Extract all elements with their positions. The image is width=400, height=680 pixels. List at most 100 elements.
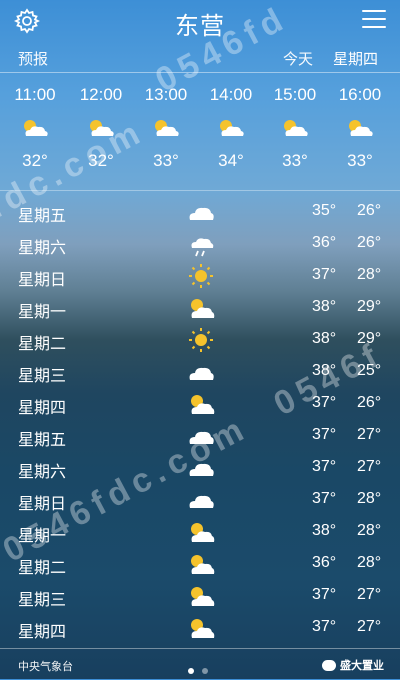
daily-row: 星期四 37° 26° — [0, 388, 400, 420]
day-name: 星期四 — [18, 400, 67, 417]
day-high: 38° — [312, 522, 337, 539]
page-indicator[interactable] — [188, 661, 216, 679]
daily-row: 星期一 38° 29° — [0, 292, 400, 324]
hourly-item: 13:00 33° — [133, 82, 199, 174]
day-low: 25° — [357, 362, 382, 379]
sun-icon — [189, 264, 213, 288]
day-high: 37° — [312, 394, 337, 411]
partly-sunny-icon — [191, 619, 215, 638]
day-high: 35° — [312, 202, 337, 219]
day-low: 29° — [357, 330, 382, 347]
hour-temp: 32° — [22, 151, 48, 170]
wechat-icon — [322, 659, 336, 671]
day-name: 星期六 — [18, 240, 67, 257]
header-bar: 东营 — [0, 0, 400, 44]
daily-row: 星期二 38° 29° — [0, 324, 400, 356]
hourly-forecast[interactable]: 11:00 32° 12:00 32° 13:00 33° 14:00 34° … — [0, 82, 400, 191]
day-low: 27° — [357, 426, 382, 443]
day-high: 38° — [312, 362, 337, 379]
day-high: 37° — [312, 458, 337, 475]
partly-sunny-icon — [133, 108, 199, 148]
hour-time: 16:00 — [338, 85, 382, 104]
day-high: 36° — [312, 554, 337, 571]
day-name: 星期三 — [18, 592, 67, 609]
today-label: 今天 — [283, 51, 314, 68]
partly-sunny-icon — [68, 108, 134, 148]
daily-row: 星期三 37° 27° — [0, 580, 400, 612]
daily-row: 星期二 36° 28° — [0, 548, 400, 580]
hourly-item: 11:00 32° — [2, 82, 68, 174]
day-name: 星期日 — [18, 496, 67, 513]
forecast-subheader: 预报 今天 星期四 — [0, 46, 400, 73]
footer-bar: 中央气象台 盛大置业 — [0, 648, 400, 680]
hour-time: 13:00 — [144, 85, 188, 104]
day-low: 29° — [357, 298, 382, 315]
hourly-item: 15:00 33° — [262, 82, 328, 174]
page-dot-active[interactable] — [188, 668, 194, 674]
day-name: 星期二 — [18, 336, 67, 353]
partly-sunny-icon — [2, 108, 68, 148]
day-low: 28° — [357, 490, 382, 507]
day-low: 26° — [357, 234, 382, 251]
partly-sunny-icon — [262, 108, 328, 148]
day-name: 星期五 — [18, 208, 67, 225]
data-source-label: 中央气象台 — [18, 661, 73, 673]
day-low: 27° — [357, 458, 382, 475]
daily-row: 星期三 38° 25° — [0, 356, 400, 388]
hour-temp: 34° — [218, 151, 244, 170]
cloud-icon — [189, 431, 214, 444]
today-day: 星期四 — [333, 51, 379, 68]
partly-sunny-icon — [327, 108, 393, 148]
daily-row: 星期六 37° 27° — [0, 452, 400, 484]
hour-temp: 33° — [153, 151, 179, 170]
partly-sunny-icon — [191, 395, 215, 414]
sun-icon — [189, 328, 213, 352]
cloud-icon — [189, 367, 214, 380]
day-low: 28° — [357, 554, 382, 571]
hourly-item: 16:00 33° — [327, 82, 393, 174]
day-name: 星期三 — [18, 368, 67, 385]
forecast-label: 预报 — [18, 51, 49, 68]
daily-row: 星期日 37° 28° — [0, 260, 400, 292]
day-name: 星期二 — [18, 560, 67, 577]
cloud-icon — [189, 207, 214, 220]
cloud-icon — [189, 495, 214, 508]
partly-sunny-icon — [191, 523, 215, 542]
day-high: 36° — [312, 234, 337, 251]
day-name: 星期一 — [18, 528, 67, 545]
day-name: 星期六 — [18, 464, 67, 481]
day-low: 27° — [357, 618, 382, 635]
day-low: 28° — [357, 522, 382, 539]
hour-temp: 32° — [88, 151, 114, 170]
partly-sunny-icon — [191, 299, 215, 318]
partly-sunny-icon — [198, 108, 264, 148]
daily-row: 星期四 37° 27° — [0, 612, 400, 644]
brand-badge: 盛大置业 — [322, 657, 384, 673]
hour-time: 12:00 — [79, 85, 123, 104]
day-name: 星期五 — [18, 432, 67, 449]
day-low: 27° — [357, 586, 382, 603]
hourly-item: 12:00 32° — [68, 82, 134, 174]
cloud-icon — [189, 463, 214, 476]
hour-time: 15:00 — [273, 85, 317, 104]
daily-row: 星期一 38° 28° — [0, 516, 400, 548]
day-name: 星期四 — [18, 624, 67, 641]
hourly-item: 14:00 34° — [198, 82, 264, 174]
day-high: 37° — [312, 426, 337, 443]
day-low: 28° — [357, 266, 382, 283]
day-high: 37° — [312, 490, 337, 507]
hour-temp: 33° — [347, 151, 373, 170]
cloud-rain-icon — [191, 238, 214, 257]
day-high: 37° — [312, 618, 337, 635]
day-high: 37° — [312, 586, 337, 603]
day-name: 星期日 — [18, 272, 67, 289]
day-high: 38° — [312, 330, 337, 347]
daily-row: 星期六 36° 26° — [0, 228, 400, 260]
menu-icon[interactable] — [362, 10, 386, 30]
daily-row: 星期五 37° 27° — [0, 420, 400, 452]
page-dot[interactable] — [202, 668, 208, 674]
daily-row: 星期五 35° 26° — [0, 196, 400, 228]
day-low: 26° — [357, 202, 382, 219]
hour-time: 11:00 — [14, 85, 56, 104]
day-high: 38° — [312, 298, 337, 315]
